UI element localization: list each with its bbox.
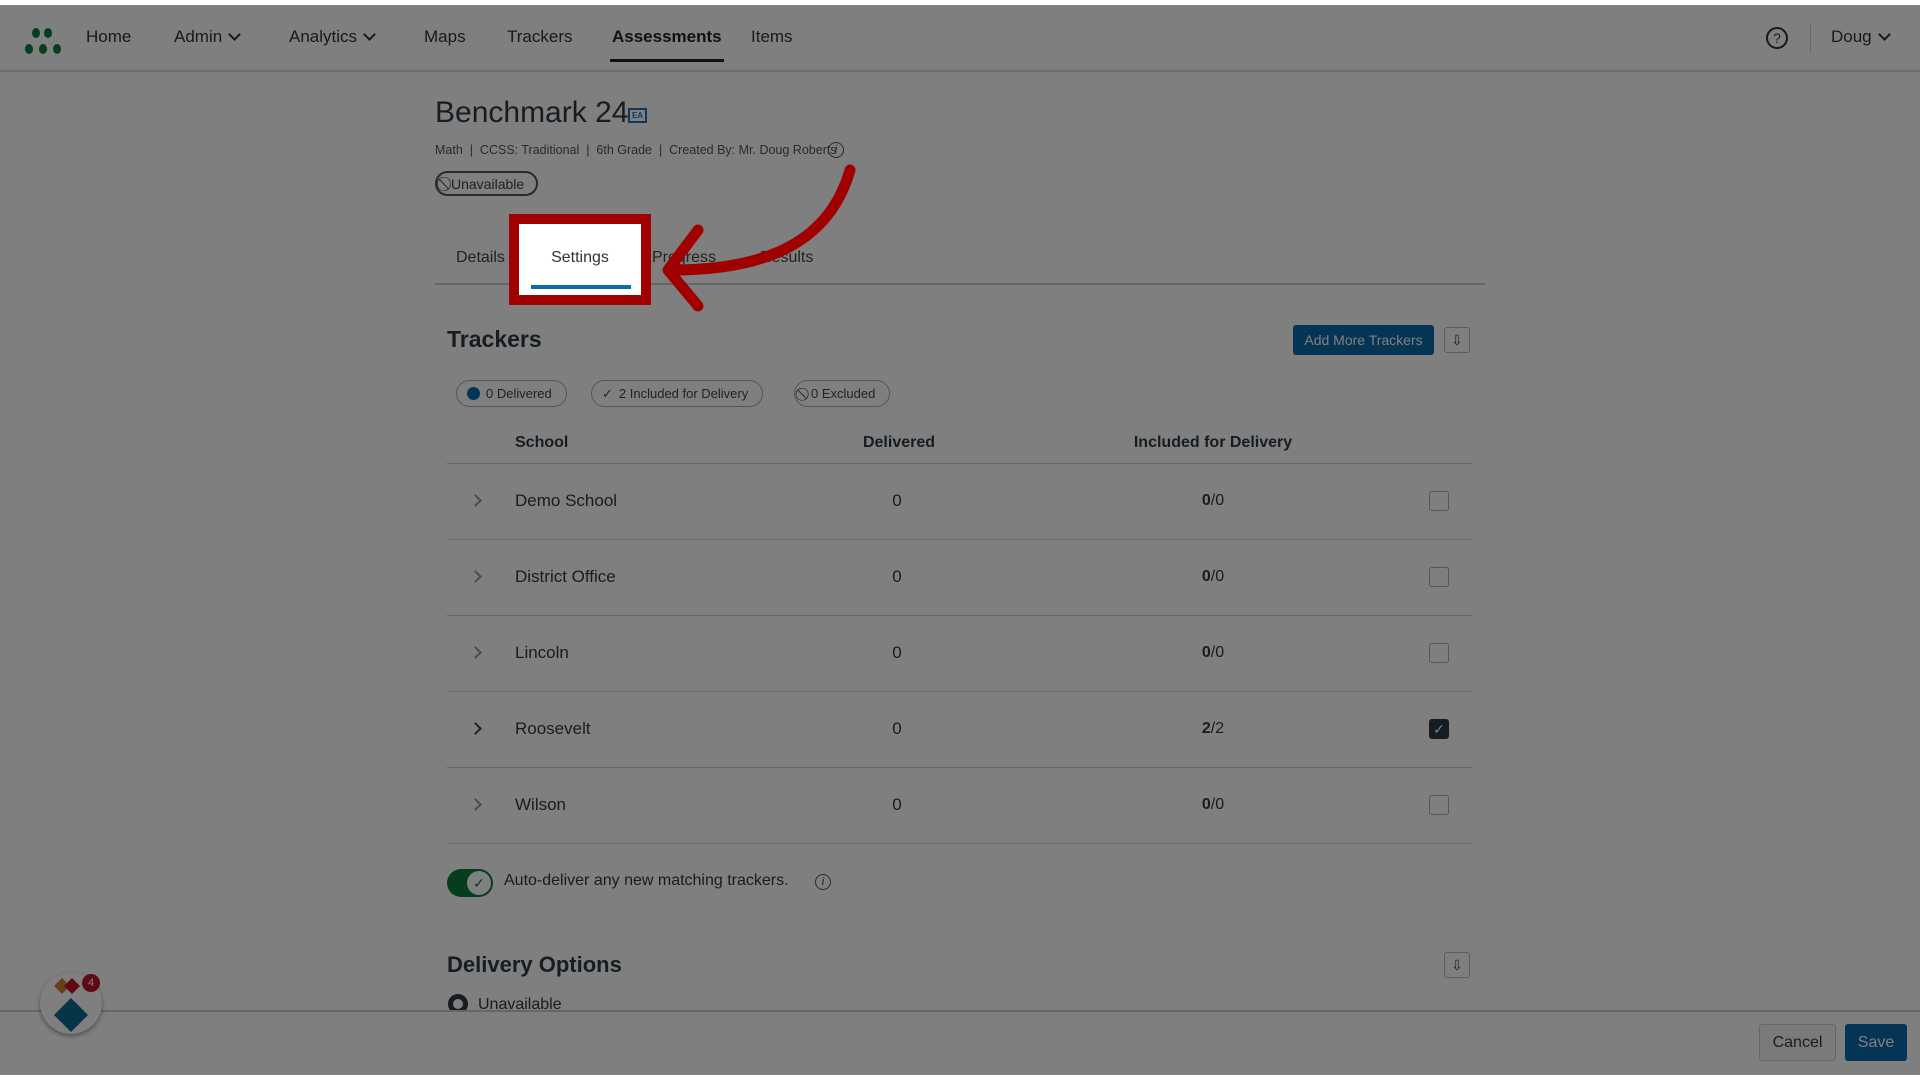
bottom-strip — [0, 1075, 1920, 1080]
dim-overlay — [0, 5, 1920, 1075]
tab-settings[interactable]: Settings — [519, 224, 641, 267]
settings-tab-highlight[interactable]: Settings — [509, 214, 651, 305]
active-tab-indicator — [531, 285, 631, 289]
